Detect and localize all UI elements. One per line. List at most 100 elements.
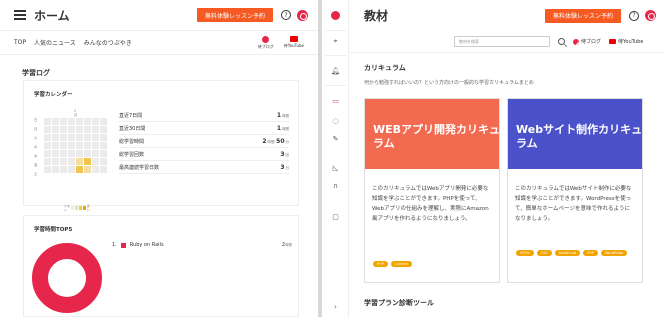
chevron-right-icon[interactable]: › xyxy=(331,302,340,311)
nav-tweets[interactable]: みんなのつぶやき xyxy=(84,38,132,47)
search-icon[interactable] xyxy=(558,38,565,45)
card-tags: HTML CSS JavaScript PHP WordPress xyxy=(516,250,636,256)
weekday-labels: 日 月 火 水 木 金 土 xyxy=(34,118,38,176)
calendar-cell xyxy=(92,142,99,149)
card-description: このカリキュラムではWebサイト制作に必要な知識を学ぶことができます。WordP… xyxy=(515,186,632,222)
calendar-grid xyxy=(44,118,107,173)
calendar-cell xyxy=(52,158,59,165)
calendar-cell xyxy=(60,166,67,173)
calendar-cell xyxy=(84,150,91,157)
calendar-legend: 少ない 多い xyxy=(64,204,90,212)
calendar-cell xyxy=(44,134,51,141)
free-lesson-button[interactable]: 無料体験レッスン予約 xyxy=(544,8,621,23)
calendar-cell xyxy=(68,142,75,149)
calendar-cell xyxy=(100,134,107,141)
help-icon[interactable]: ? xyxy=(281,10,291,20)
calendar-cell xyxy=(84,134,91,141)
nav-top[interactable]: TOP xyxy=(14,39,26,46)
series-color-icon xyxy=(120,242,126,248)
curriculum-card[interactable]: Webサイト制作カリキュラム このカリキュラムではWebサイト制作に必要な知識を… xyxy=(507,98,643,283)
brand-logo-icon[interactable] xyxy=(331,11,340,20)
calendar-cell xyxy=(76,126,83,133)
chat-icon[interactable]: ▢ xyxy=(331,212,340,221)
search-rail-icon[interactable]: ◌ xyxy=(331,116,340,125)
card-thumbnail: WEBアプリ開発カリキュラム xyxy=(365,99,499,169)
calendar-cell xyxy=(60,158,67,165)
card-description: このカリキュラムではWebアプリ開発に必要な知識を学ぶことができます。PHPを使… xyxy=(372,186,489,222)
calendar-cell xyxy=(44,142,51,149)
calendar-cell xyxy=(100,166,107,173)
plan-tool-title: 学習プラン診断ツール xyxy=(364,299,434,307)
calendar-cell xyxy=(100,142,107,149)
page-title: ホーム xyxy=(34,8,70,23)
blog-link[interactable]: 侍ブログ xyxy=(573,38,601,49)
home-nav: TOP 人気のニュース みんなのつぶやき 侍ブログ 侍YouTube xyxy=(0,31,318,55)
pencil-icon[interactable]: ✎ xyxy=(331,134,340,143)
calendar-cell xyxy=(76,134,83,141)
calendar-cell xyxy=(44,166,51,173)
youtube-icon xyxy=(609,39,617,44)
calendar-cell xyxy=(68,126,75,133)
calendar-cell xyxy=(60,142,67,149)
crosshair-icon[interactable]: ⌖ xyxy=(331,37,340,46)
free-lesson-button[interactable]: 無料体験レッスン予約 xyxy=(196,8,273,22)
book-icon[interactable]: ▭ xyxy=(331,96,340,105)
calendar-cell xyxy=(92,166,99,173)
calendar-cell xyxy=(68,118,75,125)
calendar-cell xyxy=(52,150,59,157)
calendar-cell xyxy=(52,166,59,173)
brand-logo-icon[interactable] xyxy=(297,9,308,21)
calendar-cell xyxy=(84,158,91,165)
calendar-cell xyxy=(92,118,99,125)
calendar-cell xyxy=(52,142,59,149)
calendar-cell xyxy=(84,126,91,133)
youtube-link[interactable]: 侍YouTube xyxy=(284,36,304,49)
calendar-cell xyxy=(84,142,91,149)
blog-icon xyxy=(573,38,583,49)
calendar-cell xyxy=(52,118,59,125)
calendar-cell xyxy=(100,118,107,125)
top5-donut-chart xyxy=(32,243,102,313)
brand-logo-icon[interactable] xyxy=(645,10,656,21)
calendar-cell xyxy=(52,134,59,141)
stat-row: 総学習回数 3回 xyxy=(119,148,289,161)
calendar-cell xyxy=(44,126,51,133)
bell-icon[interactable]: 🔔︎ xyxy=(331,66,340,75)
calendar-card: 学習カレンダー 2月 日 月 火 水 木 金 土 少ない 多い 直近7日間 1時間… xyxy=(23,80,299,212)
calendar-cell xyxy=(68,134,75,141)
card-tags: PHP Laravel xyxy=(373,261,493,267)
curriculum-card[interactable]: WEBアプリ開発カリキュラム このカリキュラムではWebアプリ開発に必要な知識を… xyxy=(364,98,500,283)
calendar-cell xyxy=(100,126,107,133)
page-title: 教材 xyxy=(364,9,389,23)
calendar-cell xyxy=(68,166,75,173)
help-icon[interactable]: ? xyxy=(629,10,639,21)
stats-list: 直近7日間 1時間 直近30日間 1時間 総学習時間 2時間 50分 総学習回数 3回 … xyxy=(119,109,289,174)
home-header: ホーム 無料体験レッスン予約 ? xyxy=(0,0,318,31)
nav-popular-news[interactable]: 人気のニュース xyxy=(34,38,76,47)
stat-row: 直近30日間 1時間 xyxy=(119,122,289,135)
blog-icon xyxy=(262,35,270,43)
calendar-cell xyxy=(60,134,67,141)
calendar-cell xyxy=(60,118,67,125)
calendar-title: 学習カレンダー xyxy=(34,92,73,98)
card-thumbnail: Webサイト制作カリキュラム xyxy=(508,99,642,169)
materials-header: 教材 無料体験レッスン予約 ? xyxy=(350,0,664,31)
calendar-cell xyxy=(52,126,59,133)
headset-icon[interactable]: ∩ xyxy=(331,181,340,190)
blog-link[interactable]: 侍ブログ xyxy=(258,35,274,50)
home-pane: ホーム 無料体験レッスン予約 ? TOP 人気のニュース みんなのつぶやき 侍ブ… xyxy=(0,0,318,317)
calendar-cell xyxy=(100,158,107,165)
calendar-cell xyxy=(60,150,67,157)
calendar-cell xyxy=(92,150,99,157)
youtube-link[interactable]: 侍YouTube xyxy=(609,38,643,45)
section-title: 学習ログ xyxy=(22,69,50,77)
stat-row: 直近7日間 1時間 xyxy=(119,109,289,122)
menu-icon[interactable] xyxy=(14,10,26,20)
calendar-cell xyxy=(68,150,75,157)
top5-card: 学習時間TOP5 1. Ruby on Rails 2時間 xyxy=(23,215,299,317)
side-rail: ⌖ 🔔︎ ▭ ◌ ✎ ◺ ∩ ▢ › xyxy=(322,0,349,317)
chart-icon[interactable]: ◺ xyxy=(331,163,340,172)
search-input[interactable]: 教材を検索 xyxy=(454,36,550,47)
calendar-cell xyxy=(76,118,83,125)
calendar-cell xyxy=(76,166,83,173)
